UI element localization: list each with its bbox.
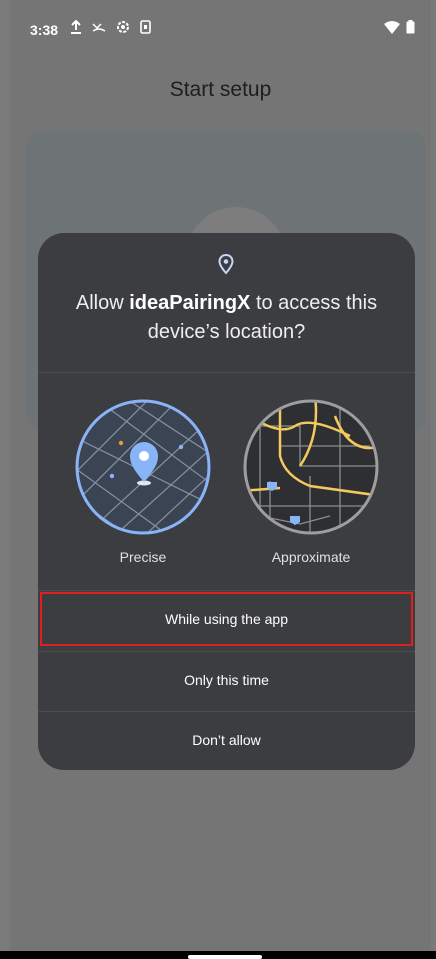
settings-icon	[117, 21, 129, 33]
precise-label: Precise	[119, 549, 167, 565]
home-gesture-handle[interactable]	[188, 955, 262, 959]
app-name: ideaPairingX	[129, 292, 251, 314]
dont-allow-button[interactable]: Don’t allow	[38, 712, 415, 769]
location-permission-dialog: Allow ideaPairingX to access this device…	[38, 233, 415, 770]
approximate-label: Approximate	[271, 549, 351, 565]
dialog-title: Allow ideaPairingX to access this device…	[58, 289, 395, 347]
divider	[38, 372, 415, 373]
only-this-time-button[interactable]: Only this time	[38, 652, 415, 709]
page-title: Start setup	[169, 78, 272, 101]
dialog-title-prefix: Allow	[75, 292, 130, 314]
status-bar: 3:38	[10, 0, 431, 40]
highlight-box	[40, 592, 413, 646]
battery-icon	[406, 20, 415, 34]
status-icons-right	[384, 20, 415, 34]
precise-map-icon[interactable]	[72, 396, 214, 538]
sim-icon	[140, 20, 151, 34]
upload-icon	[71, 20, 81, 34]
missed-call-icon	[92, 23, 106, 32]
status-icons-left	[70, 20, 151, 34]
clock: 3:38	[30, 22, 59, 38]
location-pin-icon	[218, 253, 234, 275]
approximate-map-icon[interactable]	[240, 396, 382, 538]
screen: 3:38 Start setup Allow ideaPairingX to a…	[10, 0, 431, 959]
wifi-icon	[384, 20, 400, 34]
